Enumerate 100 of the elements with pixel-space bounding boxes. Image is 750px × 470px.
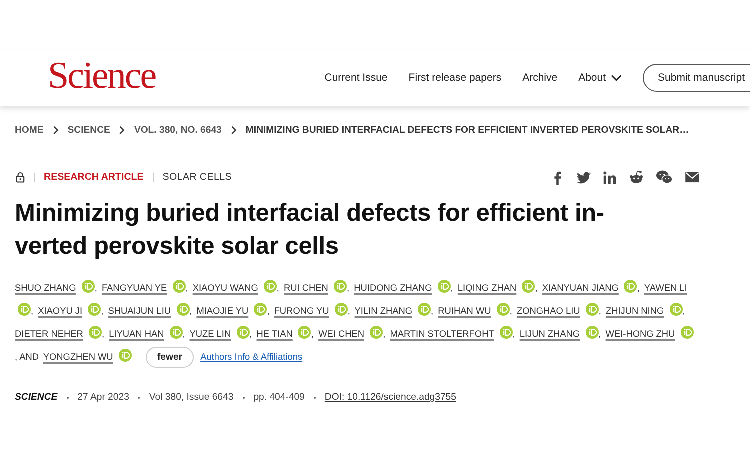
author-link[interactable]: YUZE LIN [190,329,232,339]
separator-text: , [250,329,252,339]
author-link[interactable]: YILIN ZHANG [354,306,412,316]
author-link[interactable]: RUI CHEN [284,283,328,293]
nav-link[interactable]: First release papers [408,72,502,84]
orcid-icon[interactable] [88,326,102,339]
chevron-right-icon [230,126,237,134]
separator-text: , [431,306,434,316]
author-link[interactable]: ZONGHAO LIU [516,306,580,316]
separator-text: , [383,329,386,339]
publication-date: 27 Apr 2023 [78,392,130,403]
linkedin-icon[interactable] [603,170,617,184]
separator-text: , [637,283,640,293]
orcid-icon[interactable] [264,280,277,293]
chevron-right-icon [52,126,59,134]
mail-icon[interactable] [685,172,700,183]
separator-text: , [31,306,34,316]
orcid-icon[interactable] [522,280,536,293]
separator-text: , [311,329,314,339]
author-link[interactable]: HUIDONG ZHANG [354,283,432,293]
orcid-icon[interactable] [118,349,132,362]
separator-text: , [682,306,686,316]
nav-link[interactable]: Archive [522,72,558,84]
breadcrumb-link[interactable]: HOME [15,124,44,136]
author-link[interactable]: LIJUN ZHANG [520,329,580,339]
page-range: pp. 404-409 [254,392,305,403]
article-type: RESEARCH ARTICLE [44,172,144,183]
author-link[interactable]: RUIHAN WU [438,306,492,316]
author-link[interactable]: XIANYUAN JIANG [542,283,619,293]
author-link[interactable]: FANGYUAN YE [102,283,168,293]
separator-text: , AND [15,352,39,362]
orcid-icon[interactable] [176,303,190,316]
author-link[interactable]: ZHIJUN NING [606,306,664,316]
author-link[interactable]: WEI CHEN [318,329,364,339]
orcid-icon[interactable] [670,303,683,316]
fewer-button[interactable]: fewer [146,347,194,368]
separator-text: , [535,283,538,293]
author-link[interactable]: WEI-HONG ZHU [606,329,676,339]
separator-text: , [512,329,516,339]
separator-text: , [347,283,350,293]
orcid-icon[interactable] [370,326,384,339]
orcid-icon[interactable] [298,326,312,339]
journal-name: SCIENCE [15,392,58,403]
orcid-icon[interactable] [438,280,451,293]
orcid-icon[interactable] [82,280,95,293]
orcid-icon[interactable] [172,280,186,293]
orcid-icon[interactable] [18,303,31,316]
author-link[interactable]: YAWEN LI [644,283,688,293]
orcid-icon[interactable] [88,303,102,316]
separator-text: , [348,306,350,316]
science-logo[interactable]: Science [48,57,156,95]
separator-text: , [102,329,105,339]
author-link[interactable]: LIYUAN HAN [109,329,164,339]
author-link[interactable]: YONGZHEN WU [43,352,114,362]
author-link[interactable]: MARTIN STOLTERFOHT [390,329,494,339]
separator-text: , [182,329,186,339]
separator-text: , [276,283,280,293]
orcid-icon[interactable] [254,303,268,316]
orcid-icon[interactable] [586,326,599,339]
author-link[interactable]: XIAOYU JI [38,306,83,316]
orcid-icon[interactable] [418,303,432,316]
doi-link[interactable]: DOI: 10.1126/science.adg3755 [324,392,456,403]
author-link[interactable]: XIAOYU WANG [192,283,258,293]
separator-text: , [598,329,602,339]
separator-text: , [190,306,192,316]
volume-issue: Vol 380, Issue 6643 [149,392,234,403]
separator-text: , [94,283,98,293]
orcid-icon[interactable] [500,326,513,339]
author-link[interactable]: SHUAIJUN LIU [108,306,172,316]
chat-bubbles-icon[interactable] [656,170,673,185]
separator-text: , [450,283,454,293]
breadcrumb-link[interactable]: VOL. 380, NO. 6643 [134,124,222,136]
breadcrumb-link[interactable]: SCIENCE [68,124,110,136]
author-link[interactable]: SHUO ZHANG [15,283,76,293]
orcid-icon[interactable] [496,303,510,316]
submit-manuscript-button[interactable]: Submit manuscript [643,64,750,92]
separator-text: , [186,283,188,293]
reddit-icon[interactable] [629,170,644,185]
breadcrumb-link[interactable]: MINIMIZING BURIED INTERFACIAL DEFECTS FOR EFFICIENT INVERTED PEROVSKITE SOLAR… [246,124,690,136]
section-link[interactable]: SOLAR CELLS [162,172,232,183]
nav-link[interactable]: About [578,72,622,84]
author-link[interactable]: DIETER NEHER [15,329,84,339]
author-link[interactable]: LIQING ZHAN [458,283,517,293]
authors-info-link[interactable]: Authors Info & Affiliations [200,352,303,362]
orcid-icon[interactable] [586,303,599,316]
author-link[interactable]: MIAOJIE YU [196,306,249,316]
author-link[interactable]: FURONG YU [274,306,330,316]
separator-text: , [598,306,602,316]
author-link[interactable]: HE TIAN [256,329,293,339]
orcid-icon[interactable] [334,303,348,316]
orcid-icon[interactable] [236,326,250,339]
separator-text: , [267,306,270,316]
orcid-icon[interactable] [334,280,348,293]
orcid-icon[interactable] [680,326,694,339]
orcid-icon[interactable] [624,280,638,293]
orcid-icon[interactable] [170,326,183,339]
separator-text: , [101,306,104,316]
bird-icon[interactable] [577,170,591,184]
nav-link[interactable]: Current Issue [324,72,388,84]
separator-text: , [510,306,512,316]
